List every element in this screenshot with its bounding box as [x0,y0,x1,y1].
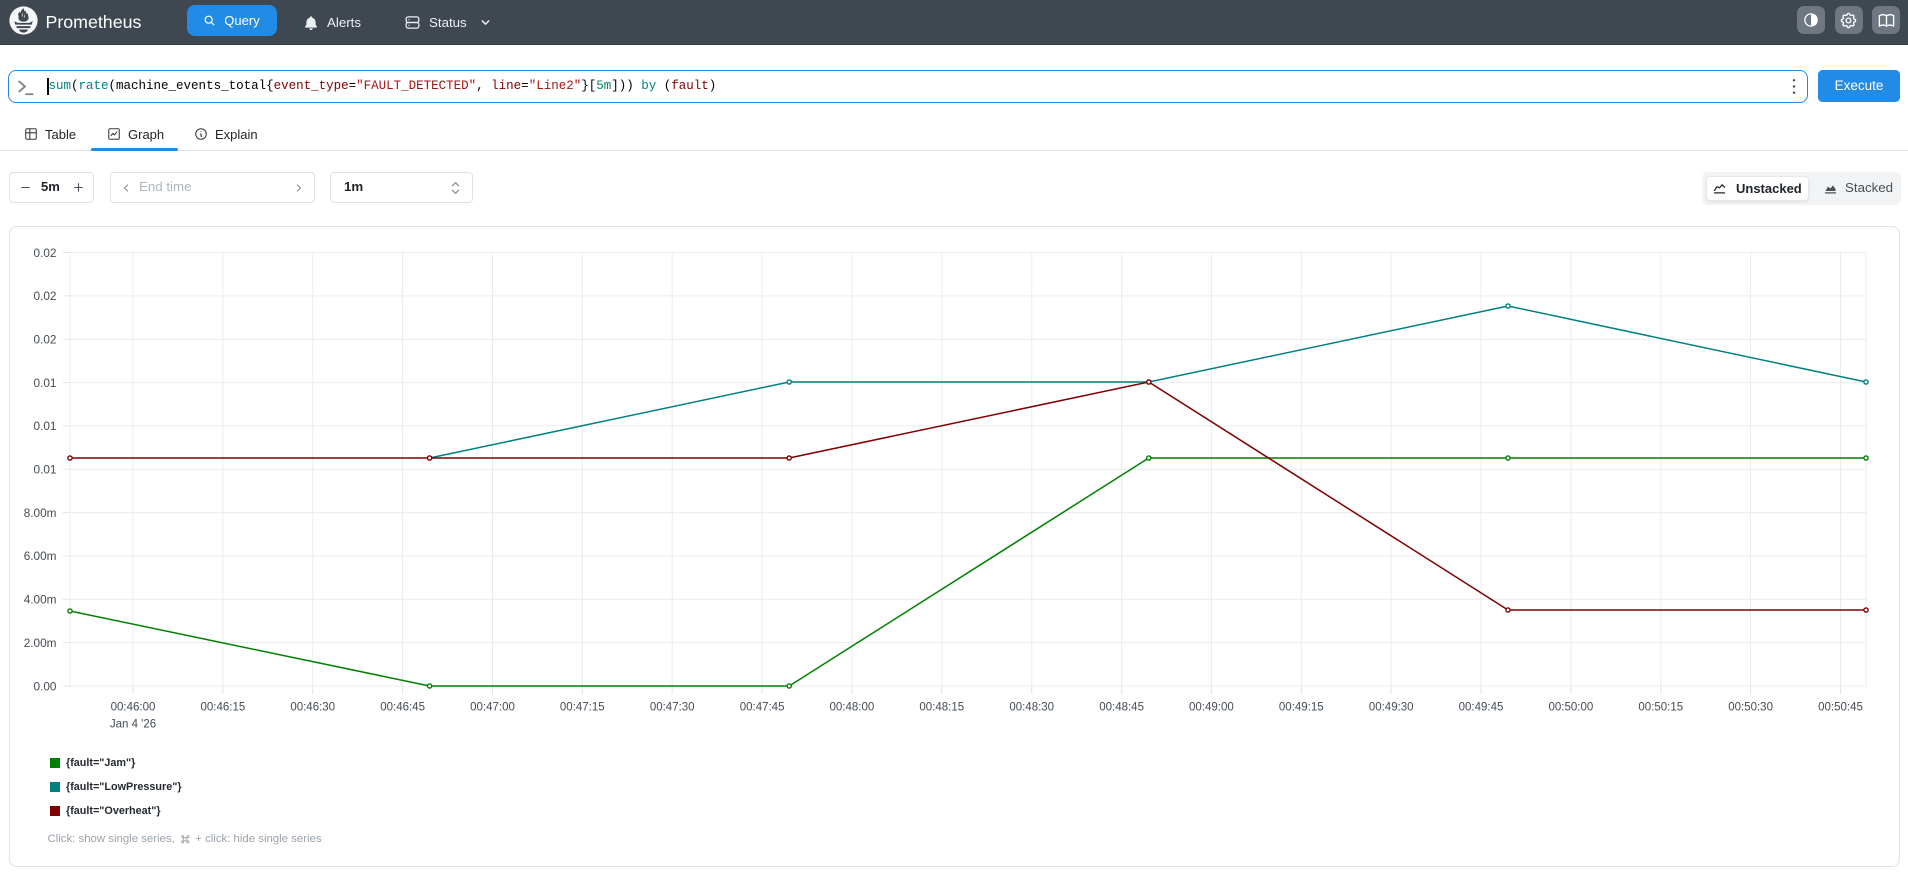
svg-text:4.00m: 4.00m [24,593,57,607]
svg-text:00:48:30: 00:48:30 [1009,702,1054,714]
svg-text:00:48:45: 00:48:45 [1099,702,1144,714]
svg-text:Jan 4 '26: Jan 4 '26 [110,719,156,731]
svg-text:0.01: 0.01 [34,376,57,390]
svg-text:0.02: 0.02 [34,289,57,303]
svg-text:0.01: 0.01 [34,419,57,433]
svg-text:8.00m: 8.00m [24,506,57,520]
svg-text:0.02: 0.02 [34,333,57,347]
svg-text:6.00m: 6.00m [24,549,57,563]
svg-text:00:50:00: 00:50:00 [1549,702,1594,714]
svg-text:00:46:00: 00:46:00 [111,702,156,714]
svg-text:00:49:30: 00:49:30 [1369,702,1414,714]
svg-text:00:48:15: 00:48:15 [919,702,964,714]
svg-text:00:49:00: 00:49:00 [1189,702,1234,714]
svg-text:00:50:45: 00:50:45 [1818,702,1863,714]
svg-text:00:48:00: 00:48:00 [830,702,875,714]
svg-text:0.01: 0.01 [34,463,57,477]
svg-text:00:46:45: 00:46:45 [380,702,425,714]
svg-text:00:46:30: 00:46:30 [290,702,335,714]
svg-text:00:46:15: 00:46:15 [201,702,246,714]
svg-text:00:47:15: 00:47:15 [560,702,605,714]
svg-text:2.00m: 2.00m [24,636,57,650]
svg-text:00:49:15: 00:49:15 [1279,702,1324,714]
svg-text:00:47:30: 00:47:30 [650,702,695,714]
svg-text:0.00: 0.00 [34,679,57,693]
svg-text:00:49:45: 00:49:45 [1459,702,1504,714]
svg-text:00:47:00: 00:47:00 [470,702,515,714]
svg-text:00:50:15: 00:50:15 [1638,702,1683,714]
svg-text:0.02: 0.02 [34,246,57,260]
svg-text:00:50:30: 00:50:30 [1728,702,1773,714]
svg-text:00:47:45: 00:47:45 [740,702,785,714]
